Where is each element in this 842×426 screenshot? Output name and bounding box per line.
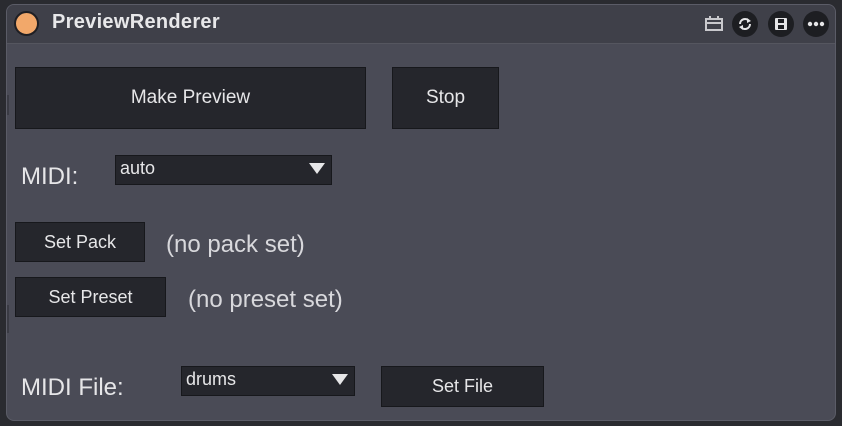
chevron-down-icon xyxy=(332,374,348,385)
set-preset-button[interactable]: Set Preset xyxy=(15,277,166,317)
midi-label: MIDI: xyxy=(21,163,79,190)
chevron-down-icon xyxy=(309,163,325,174)
refresh-icon[interactable] xyxy=(732,11,758,37)
set-pack-button[interactable]: Set Pack xyxy=(15,222,145,262)
stop-button[interactable]: Stop xyxy=(392,67,499,129)
midi-file-select[interactable]: drums xyxy=(181,366,355,396)
make-preview-button[interactable]: Make Preview xyxy=(15,67,366,129)
device-title: PreviewRenderer xyxy=(52,11,220,33)
midi-file-label: MIDI File: xyxy=(21,374,124,401)
midi-select[interactable]: auto xyxy=(115,155,332,185)
save-icon[interactable] xyxy=(768,11,794,37)
pack-status-text: (no pack set) xyxy=(166,231,305,258)
title-bar: PreviewRenderer xyxy=(7,5,835,44)
more-icon[interactable] xyxy=(803,11,829,37)
midi-select-value: auto xyxy=(120,158,156,178)
preview-renderer-device: PreviewRenderer Make Preview Stop MIDI: … xyxy=(6,4,836,421)
device-power-toggle[interactable] xyxy=(14,11,39,36)
midi-file-select-value: drums xyxy=(186,369,237,389)
set-file-button[interactable]: Set File xyxy=(381,366,544,407)
edge-marker xyxy=(7,95,9,115)
edge-marker xyxy=(7,305,9,333)
calendar-icon[interactable] xyxy=(701,11,727,37)
preset-status-text: (no preset set) xyxy=(188,286,343,313)
